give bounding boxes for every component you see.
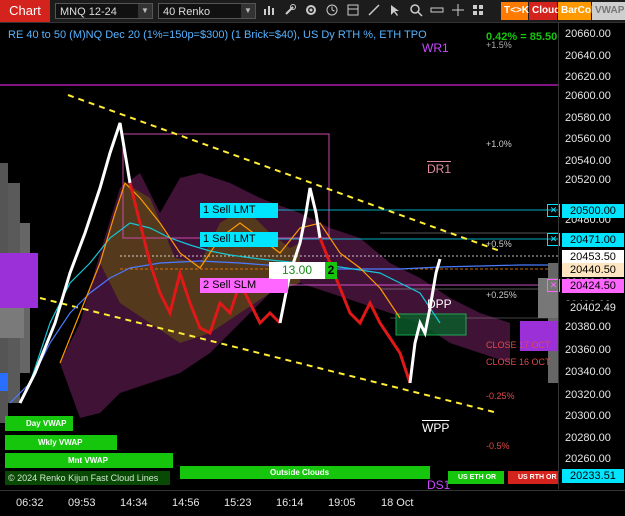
bar-chart-icon[interactable] bbox=[261, 3, 277, 19]
outside-clouds-label: Outside Clouds bbox=[270, 468, 330, 477]
price-tick-label: 20580.00 bbox=[565, 112, 611, 124]
chevron-down-icon: ▼ bbox=[241, 4, 255, 18]
price-tick-label: 20300.00 bbox=[565, 410, 611, 422]
price-tick-label: 20540.00 bbox=[565, 155, 611, 167]
opening-range-box bbox=[395, 313, 467, 336]
wr1-label: WR1 bbox=[422, 41, 449, 55]
template-icon[interactable] bbox=[345, 3, 361, 19]
price-tick-label: 20640.00 bbox=[565, 50, 611, 62]
price-tick-label: 20560.00 bbox=[565, 133, 611, 145]
volume-profile bbox=[0, 163, 38, 423]
price-chart-area[interactable] bbox=[0, 23, 564, 489]
bar-type-selector[interactable]: 40 Renko ▼ bbox=[158, 3, 256, 19]
grid-icon[interactable] bbox=[470, 3, 486, 19]
price-marker: 20440.50 bbox=[562, 263, 624, 277]
chart-info-text: RE 40 to 50 (M)NQ Dec 20 (1%=150p=$300) … bbox=[8, 29, 427, 41]
time-tick-label: 06:32 bbox=[16, 497, 44, 509]
time-tick-label: 16:14 bbox=[276, 497, 304, 509]
price-tick-label: 20280.00 bbox=[565, 432, 611, 444]
time-tick-label: 14:56 bbox=[172, 497, 200, 509]
price-marker: 20453.50 bbox=[562, 250, 624, 264]
mnt-vwap-label: Mnt VWAP bbox=[68, 456, 108, 465]
price-marker: 20424.50 bbox=[562, 279, 624, 293]
price-tick-label: 20340.00 bbox=[565, 366, 611, 378]
price-marker: 20233.51 bbox=[562, 469, 624, 483]
sell-slm-order[interactable]: 2 Sell SLM bbox=[200, 278, 288, 293]
price-tick-label: 20600.00 bbox=[565, 90, 611, 102]
copyright-label: © 2024 Renko Kijun Fast Cloud Lines bbox=[8, 473, 159, 483]
sell-lmt-order-1[interactable]: 1 Sell LMT bbox=[200, 203, 278, 218]
plus-05-label: +0.5% bbox=[486, 239, 512, 249]
price-marker: 20500.00 bbox=[562, 204, 624, 218]
sell-lmt-order-2[interactable]: 1 Sell LMT bbox=[200, 232, 278, 247]
close-16-oct-label: CLOSE 16 OCT bbox=[486, 357, 551, 367]
time-tick-label: 19:05 bbox=[328, 497, 356, 509]
wpp-label: WPP bbox=[422, 421, 450, 435]
chart-title[interactable]: Chart bbox=[0, 0, 50, 22]
position-size-box[interactable]: 2 bbox=[325, 262, 337, 279]
tk-toggle-button[interactable]: T<>K bbox=[501, 2, 529, 20]
us-rth-or-label: US RTH OR bbox=[518, 474, 557, 481]
time-tick-label: 18 Oct bbox=[381, 497, 414, 509]
price-marker: 20471.00 bbox=[562, 233, 624, 247]
plus-15-label: +1.5% bbox=[486, 40, 512, 50]
minus-05-label: -0.5% bbox=[486, 441, 510, 451]
price-tick-label: 20660.00 bbox=[565, 28, 611, 40]
price-chart-svg bbox=[0, 84, 564, 485]
cloud-toggle-button[interactable]: Cloud bbox=[529, 2, 560, 20]
clock-icon[interactable] bbox=[324, 3, 340, 19]
us-eth-or-label: US ETH OR bbox=[458, 474, 497, 481]
settings-icon[interactable] bbox=[303, 3, 319, 19]
instrument-selector[interactable]: MNQ 12-24 ▼ bbox=[55, 3, 153, 19]
plus-025-label: +0.25% bbox=[486, 290, 517, 300]
vwap-toggle-button[interactable]: VWAP bbox=[592, 2, 625, 20]
barcol-toggle-button[interactable]: BarCol bbox=[558, 2, 594, 20]
close-17-oct-label: CLOSE 17 OCT bbox=[486, 340, 551, 350]
dr1-label: DR1 bbox=[427, 162, 452, 176]
crosshair-icon[interactable] bbox=[450, 3, 466, 19]
price-tick-label: 20380.00 bbox=[565, 321, 611, 333]
price-marker: 20402.49 bbox=[562, 301, 624, 315]
draw-tools-icon[interactable] bbox=[366, 3, 382, 19]
day-vwap-label: Day VWAP bbox=[26, 419, 67, 428]
price-tick-label: 20620.00 bbox=[565, 71, 611, 83]
price-tick-label: 20260.00 bbox=[565, 453, 611, 465]
price-tick-label: 20520.00 bbox=[565, 174, 611, 186]
time-tick-label: 14:34 bbox=[120, 497, 148, 509]
chart-toolbar: Chart MNQ 12-24 ▼ 40 Renko ▼ T<>K Cloud … bbox=[0, 0, 625, 23]
bar-type-value: 40 Renko bbox=[163, 6, 211, 18]
plus-10-label: +1.0% bbox=[486, 139, 512, 149]
chevron-down-icon: ▼ bbox=[138, 4, 152, 18]
time-axis[interactable]: 06:32 09:53 14:34 14:56 15:23 16:14 19:05 18 Oc… bbox=[0, 490, 625, 516]
wrench-icon[interactable] bbox=[282, 3, 298, 19]
wkly-vwap-label: Wkly VWAP bbox=[38, 438, 83, 447]
time-tick-label: 15:23 bbox=[224, 497, 252, 509]
minus-025-label: -0.25% bbox=[486, 391, 515, 401]
price-tick-label: 20360.00 bbox=[565, 344, 611, 356]
time-tick-label: 09:53 bbox=[68, 497, 96, 509]
ruler-icon[interactable] bbox=[429, 3, 445, 19]
dpp-label: DPP bbox=[427, 297, 452, 311]
price-tick-label: 20320.00 bbox=[565, 389, 611, 401]
instrument-value: MNQ 12-24 bbox=[60, 6, 117, 18]
position-pnl-box[interactable]: 13.00 bbox=[269, 262, 325, 279]
zoom-icon[interactable] bbox=[408, 3, 424, 19]
pointer-icon[interactable] bbox=[387, 3, 403, 19]
